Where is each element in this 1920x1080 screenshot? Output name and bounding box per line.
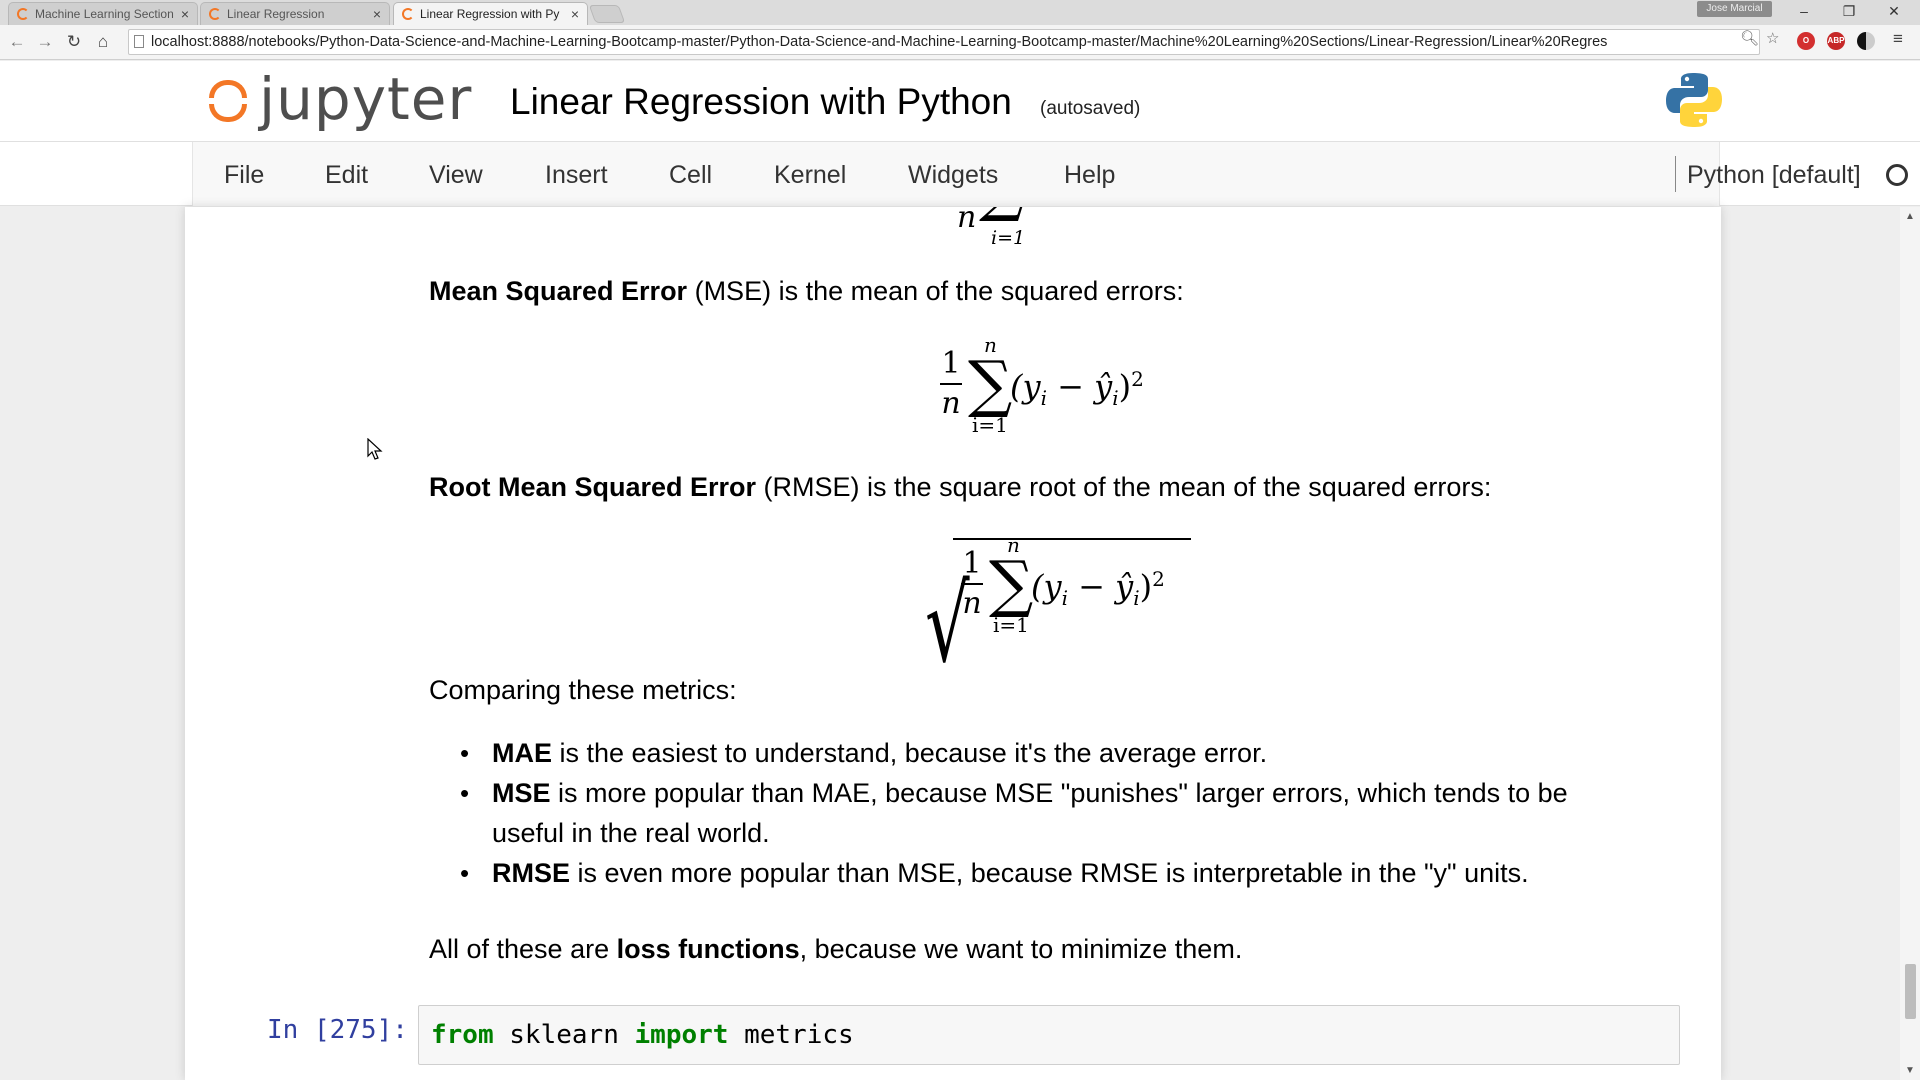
- restore-button[interactable]: ❐: [1829, 0, 1869, 22]
- tab-title: Linear Regression with Py: [420, 7, 560, 21]
- list-item: MSE is more popular than MAE, because MS…: [460, 773, 1600, 853]
- address-bar[interactable]: localhost:8888/notebooks/Python-Data-Sci…: [128, 29, 1760, 55]
- kernel-separator: [1675, 156, 1676, 192]
- notebook-container: n ∑ i=1 Mean Squared Error (MSE) is the …: [185, 207, 1721, 1080]
- metrics-list: MAE is the easiest to understand, becaus…: [460, 733, 1600, 893]
- close-icon[interactable]: ×: [571, 6, 579, 22]
- menu-insert[interactable]: Insert: [545, 161, 608, 190]
- menu-cell[interactable]: Cell: [669, 161, 712, 190]
- menu-icon[interactable]: ≡: [1893, 29, 1903, 49]
- code-cell-input[interactable]: from sklearn import metrics: [418, 1005, 1680, 1065]
- kernel-name: Python [default]: [1687, 161, 1861, 189]
- loss-functions-note: All of these are loss functions, because…: [429, 934, 1243, 964]
- scroll-up-icon[interactable]: ▲: [1905, 211, 1915, 222]
- jupyter-favicon-icon: [209, 8, 221, 20]
- menu-widgets[interactable]: Widgets: [908, 161, 998, 190]
- back-icon[interactable]: ←: [6, 31, 28, 53]
- menu-view[interactable]: View: [429, 161, 483, 190]
- tab-title: Linear Regression: [227, 7, 325, 21]
- partial-mae-formula: n ∑ i=1: [957, 207, 1026, 249]
- forward-icon[interactable]: →: [34, 31, 56, 53]
- contrast-icon[interactable]: [1857, 32, 1875, 50]
- menu-file[interactable]: File: [224, 161, 264, 190]
- jupyter-header: jupyter Linear Regression with Python (a…: [0, 61, 1920, 141]
- close-icon[interactable]: ×: [181, 6, 189, 22]
- adblock-icon[interactable]: ABP: [1827, 32, 1845, 50]
- kernel-idle-indicator-icon: [1886, 164, 1908, 186]
- list-item: RMSE is even more popular than MSE, beca…: [460, 853, 1600, 893]
- tab-machine-learning-section[interactable]: Machine Learning Section ×: [8, 2, 198, 25]
- minimize-button[interactable]: –: [1784, 0, 1824, 22]
- tab-linear-regression-with-python[interactable]: Linear Regression with Py ×: [393, 2, 588, 25]
- menu-bar: File Edit View Insert Cell Kernel Widget…: [0, 141, 1920, 206]
- mouse-cursor-icon: [367, 438, 383, 460]
- home-icon[interactable]: ⌂: [92, 31, 114, 53]
- jupyter-logo[interactable]: jupyter: [207, 69, 472, 129]
- new-tab-button[interactable]: [588, 5, 626, 23]
- browser-toolbar: ← → ↻ ⌂ localhost:8888/notebooks/Python-…: [0, 25, 1920, 60]
- page-icon: [134, 35, 144, 48]
- notebook-title[interactable]: Linear Regression with Python: [510, 81, 1012, 123]
- list-item: MAE is the easiest to understand, becaus…: [460, 733, 1600, 773]
- star-icon[interactable]: ☆: [1766, 29, 1779, 47]
- opera-icon[interactable]: O: [1797, 32, 1815, 50]
- jupyter-favicon-icon: [402, 8, 414, 20]
- python-logo-icon: [1666, 73, 1722, 127]
- scrollbar-thumb[interactable]: [1905, 964, 1916, 1019]
- profile-badge[interactable]: Jose Marcial: [1697, 1, 1772, 17]
- menu-container: File Edit View Insert Cell Kernel Widget…: [192, 142, 1908, 206]
- cell-prompt: In [275]:: [267, 1015, 408, 1045]
- page-scrollbar[interactable]: ▲ ▼: [1900, 207, 1920, 1080]
- rmse-description: Root Mean Squared Error (RMSE) is the sq…: [429, 472, 1492, 502]
- menu-kernel[interactable]: Kernel: [774, 161, 846, 190]
- jupyter-wordmark: jupyter: [259, 65, 473, 133]
- tab-linear-regression[interactable]: Linear Regression ×: [200, 2, 390, 25]
- tab-title: Machine Learning Section: [35, 7, 174, 21]
- zoom-icon[interactable]: 🔍︎: [1740, 29, 1759, 47]
- menu-edit[interactable]: Edit: [325, 161, 368, 190]
- jupyter-favicon-icon: [17, 8, 29, 20]
- close-icon[interactable]: ×: [373, 6, 381, 22]
- scroll-down-icon[interactable]: ▼: [1905, 1065, 1915, 1076]
- rmse-formula: √ 1 n n ∑ i=1 (yi − ŷi)2: [925, 533, 1205, 686]
- close-window-button[interactable]: ✕: [1874, 0, 1914, 22]
- url-text: localhost:8888/notebooks/Python-Data-Sci…: [151, 34, 1608, 50]
- browser-tab-bar: Machine Learning Section × Linear Regres…: [0, 0, 1920, 25]
- menu-help[interactable]: Help: [1064, 161, 1115, 190]
- mse-description: Mean Squared Error (MSE) is the mean of …: [429, 276, 1184, 306]
- mse-formula: 1 n n ∑ i=1 (yi − ŷi)2: [940, 333, 1144, 437]
- reload-icon[interactable]: ↻: [63, 31, 85, 53]
- jupyter-logo-icon: [207, 74, 251, 124]
- comparing-heading: Comparing these metrics:: [429, 675, 737, 705]
- autosave-status: (autosaved): [1040, 98, 1141, 119]
